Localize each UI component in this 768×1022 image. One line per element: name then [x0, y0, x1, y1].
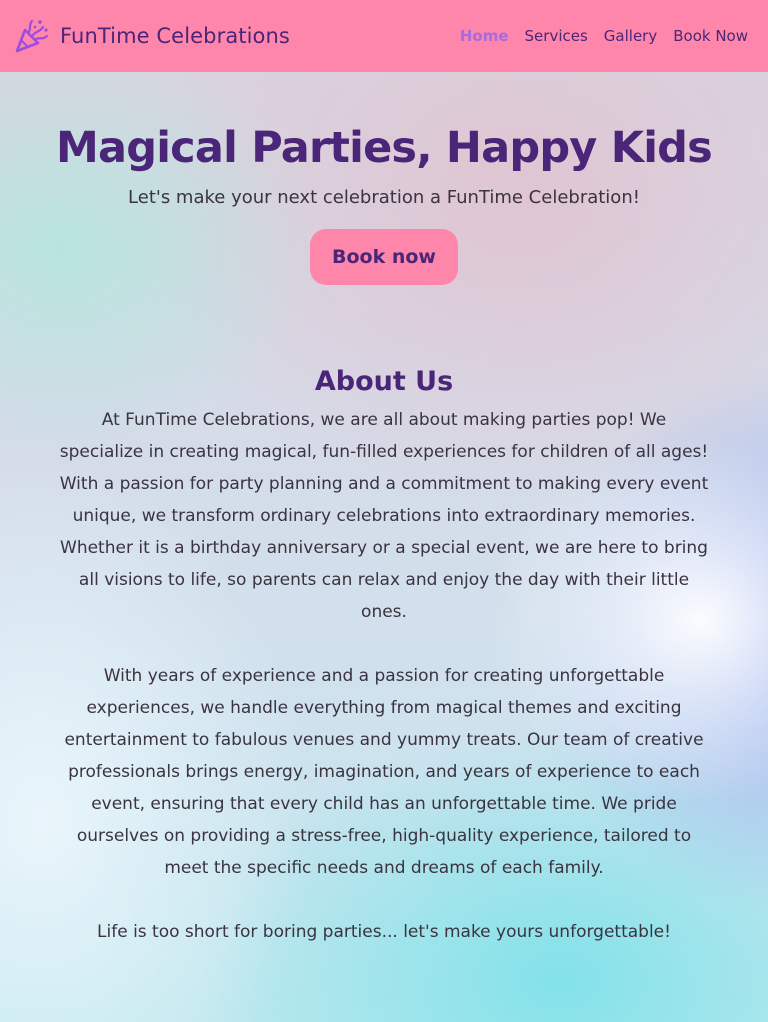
about-paragraph: At FunTime Celebrations, we are all abou…	[59, 410, 709, 622]
nav-gallery[interactable]: Gallery	[604, 27, 657, 45]
brand-name: FunTime Celebrations	[60, 24, 290, 48]
nav-services[interactable]: Services	[525, 27, 588, 45]
site-header: FunTime Celebrations Home Services Galle…	[0, 0, 768, 72]
page: { "header": { "brand_name": "FunTime Cel…	[0, 0, 768, 1022]
about-section: About Us At FunTime Celebrations, we are…	[0, 362, 768, 948]
about-title: About Us	[314, 366, 454, 397]
hero-title: Magical Parties, Happy Kids	[56, 123, 713, 173]
about-paragraph: With years of experience and a passion f…	[64, 666, 704, 878]
party-popper-icon	[15, 19, 49, 53]
hero-subtitle: Let's make your next celebration a FunTi…	[128, 187, 640, 208]
nav-book-now[interactable]: Book Now	[673, 27, 748, 45]
about-text: At FunTime Celebrations, we are all abou…	[59, 404, 709, 948]
brand[interactable]: FunTime Celebrations	[14, 18, 290, 54]
hero-section: Magical Parties, Happy Kids Let's make y…	[0, 118, 768, 285]
book-now-button[interactable]: Book now	[310, 229, 458, 285]
main-nav: Home Services Gallery Book Now	[460, 27, 748, 45]
about-tagline: Life is too short for boring parties... …	[97, 922, 671, 942]
nav-home[interactable]: Home	[460, 27, 509, 45]
